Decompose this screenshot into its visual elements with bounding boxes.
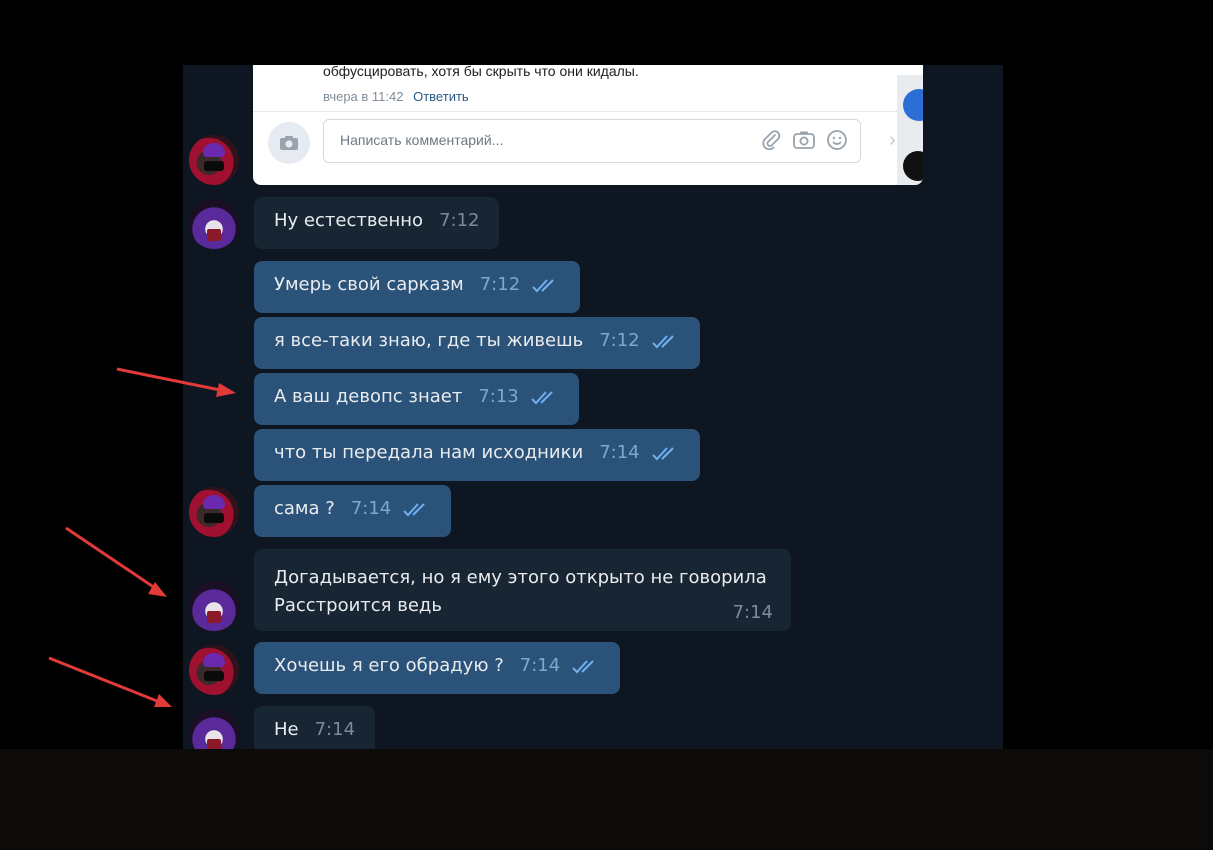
arrow-icon: [65, 526, 167, 597]
annotation-arrows: [48, 367, 236, 707]
arrow-icon: [48, 656, 172, 707]
arrow-icon: [116, 367, 236, 397]
